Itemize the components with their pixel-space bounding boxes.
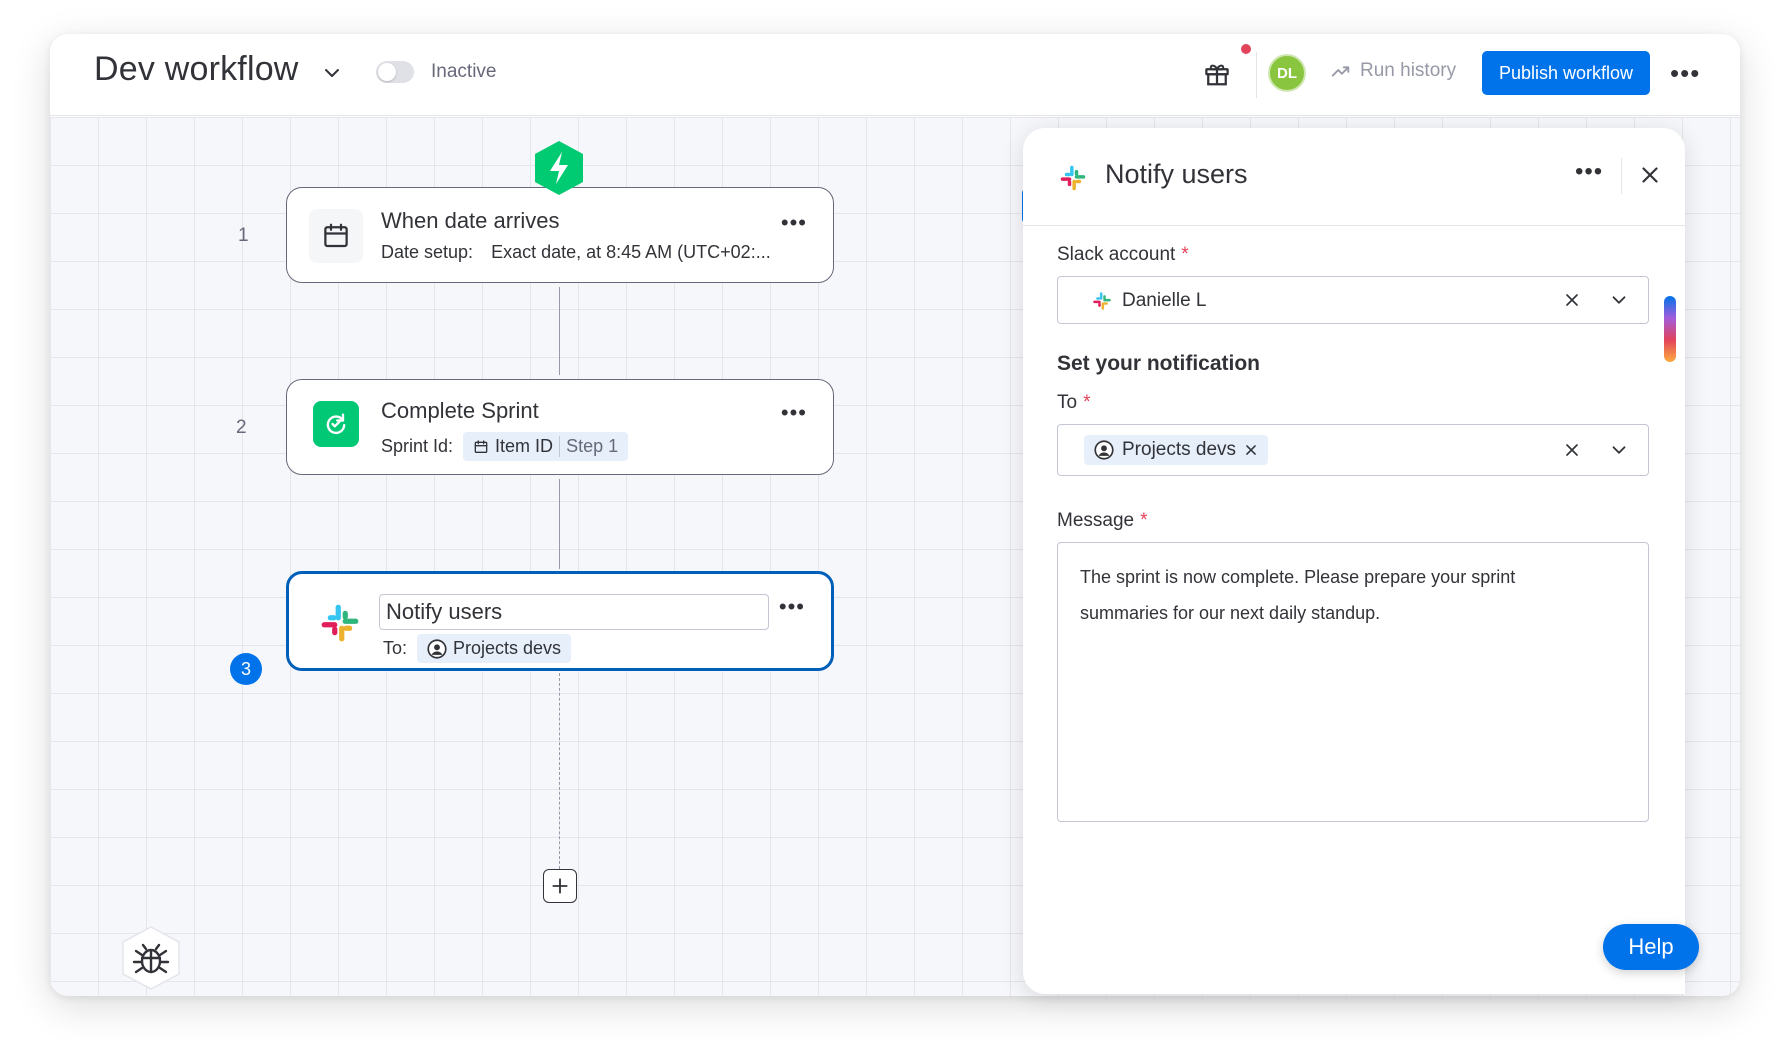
step-settings-panel: Notify users ••• Slack account * Danielle… [1023,128,1685,994]
workflow-title[interactable]: Dev workflow [94,50,299,89]
connector-line-dashed [559,673,560,869]
panel-header: Notify users ••• [1023,128,1685,226]
step-sub-label: To: [383,638,408,658]
lightning-icon [535,141,583,195]
clear-icon[interactable] [1562,440,1582,460]
panel-header-divider [1621,158,1622,194]
step-sub-label: Sprint Id: [381,436,454,456]
sprint-icon [326,413,346,435]
label-text: Message [1057,510,1135,531]
plus-icon [552,878,568,894]
recipients-select[interactable]: Projects devs [1057,424,1649,476]
scrollbar[interactable] [1664,296,1676,362]
message-textarea[interactable]: The sprint is now complete. Please prepa… [1057,542,1649,822]
step-subtitle: To: Projects devs [383,634,572,663]
step-name-input[interactable]: Notify users [379,594,769,630]
item-id-chip[interactable]: Item ID Step 1 [463,432,629,461]
slack-account-select[interactable]: Danielle L [1057,276,1649,324]
required-mark: * [1083,392,1091,413]
step-icon-box [313,401,359,447]
slack-icon [1060,165,1086,191]
step-card-notify-users[interactable]: Notify users To: Projects devs ••• [286,571,834,671]
close-icon[interactable] [1637,162,1663,188]
message-label: Message * [1057,510,1148,532]
trend-up-icon [1331,66,1350,77]
step-icon-box [309,209,363,263]
required-mark: * [1181,244,1189,265]
step-subtitle: Sprint Id: Item ID Step 1 [381,432,629,461]
header-divider [1256,52,1257,98]
team-icon [1094,440,1114,460]
section-title: Set your notification [1057,352,1261,375]
connector-line [559,287,560,375]
step-title: Complete Sprint [381,398,539,423]
step-icon-box [313,596,367,650]
slack-icon [1093,292,1111,310]
step-title: When date arrives [381,208,560,233]
step-sub-label: Date setup: [381,242,474,262]
step-number: 1 [238,225,249,246]
top-bar: Dev workflow Inactive DL Run history Pub… [50,34,1740,116]
add-step-button[interactable] [543,869,577,903]
chevron-down-icon[interactable] [320,61,344,85]
bug-icon[interactable] [120,925,182,991]
team-icon [427,638,447,659]
step-sub-value: Exact date, at 8:45 AM (UTC+02:... [491,242,771,262]
to-label: To * [1057,392,1090,414]
recipient-chip[interactable]: Projects devs [417,634,572,663]
slack-account-label: Slack account * [1057,244,1189,266]
connector-line [559,479,560,569]
step-card-complete-sprint[interactable]: Complete Sprint Sprint Id: Item ID Step … [286,379,834,475]
status-label: Inactive [431,61,497,82]
chevron-down-icon[interactable] [1608,439,1630,461]
message-text: The sprint is now complete. Please prepa… [1080,567,1516,623]
calendar-small-icon [474,439,488,453]
panel-more-icon[interactable]: ••• [1575,158,1603,186]
clear-icon[interactable] [1562,290,1582,310]
step-subtitle: Date setup: Exact date, at 8:45 AM (UTC+… [381,242,771,263]
step-number: 2 [236,417,247,438]
publish-workflow-button[interactable]: Publish workflow [1482,51,1650,95]
label-text: Slack account [1057,244,1176,265]
remove-tag-icon[interactable] [1244,443,1258,457]
required-mark: * [1140,510,1148,531]
notification-dot [1241,44,1251,54]
active-toggle[interactable] [376,61,414,83]
recipient-tag[interactable]: Projects devs [1084,435,1269,465]
recipient-tag-label: Projects devs [1122,439,1237,460]
label-text: To [1057,392,1078,413]
run-history-button[interactable]: Run history [1330,60,1456,82]
gift-icon[interactable] [1202,58,1232,88]
chip-label: Projects devs [453,638,562,658]
user-avatar[interactable]: DL [1268,54,1306,92]
chip-label: Item ID [495,436,554,456]
step-more-icon[interactable]: ••• [781,210,807,236]
step-card-trigger[interactable]: When date arrives Date setup: Exact date… [286,187,834,283]
step-number-active: 3 [230,653,262,685]
panel-title: Notify users [1105,159,1248,189]
chevron-down-icon[interactable] [1608,289,1630,311]
slack-icon [321,604,359,642]
step-more-icon[interactable]: ••• [781,400,807,426]
chip-step-label: Step 1 [559,436,618,457]
run-history-label: Run history [1360,60,1457,81]
more-options-icon[interactable]: ••• [1670,58,1700,89]
calendar-icon [324,223,348,248]
step-more-icon[interactable]: ••• [779,594,805,620]
help-button[interactable]: Help [1603,924,1699,970]
slack-account-value: Danielle L [1122,290,1207,311]
